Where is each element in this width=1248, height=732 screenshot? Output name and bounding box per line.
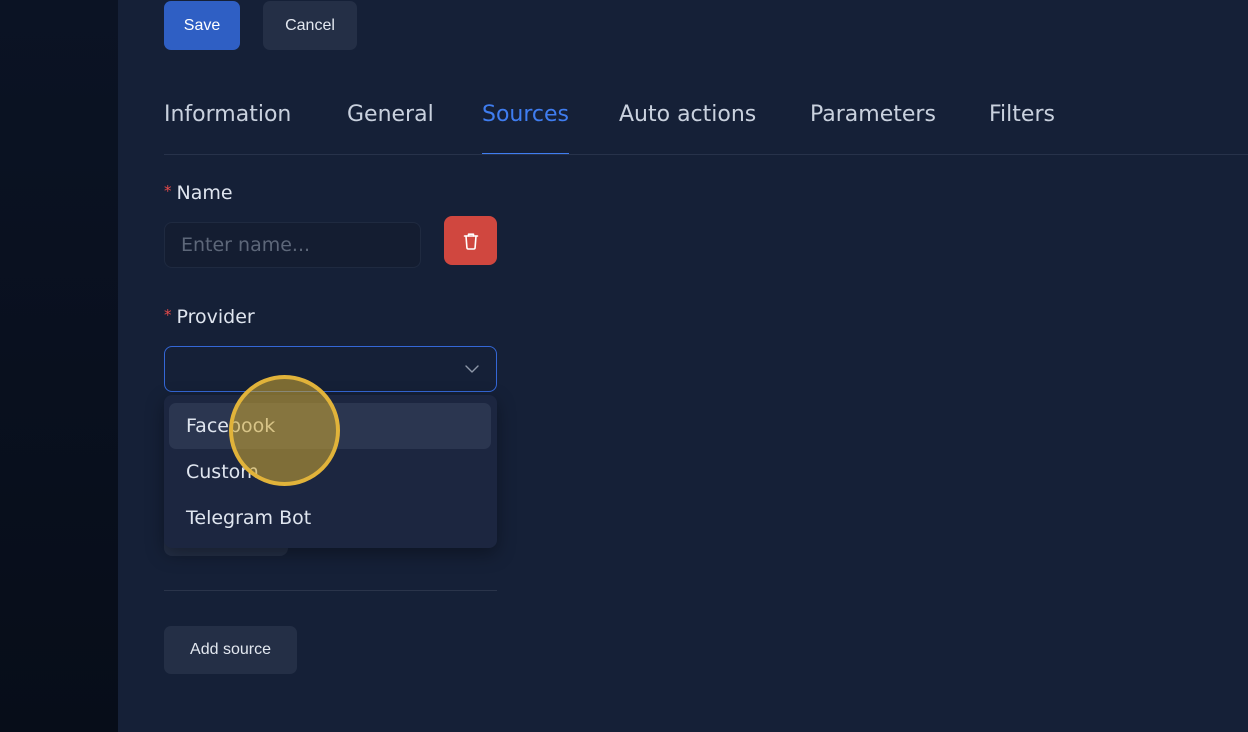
name-input[interactable] (164, 222, 421, 268)
section-divider (164, 590, 497, 591)
name-label: * Name (164, 182, 233, 204)
required-mark: * (164, 306, 172, 324)
tab-sources[interactable]: Sources (482, 95, 570, 155)
tab-auto-actions[interactable]: Auto actions (619, 95, 756, 155)
provider-dropdown-menu: Facebook Custom Telegram Bot (164, 395, 497, 548)
provider-option-facebook[interactable]: Facebook (169, 403, 491, 449)
trash-icon (463, 232, 478, 250)
save-button[interactable]: Save (164, 1, 240, 50)
tab-filters[interactable]: Filters (989, 95, 1055, 155)
provider-select[interactable] (164, 346, 497, 392)
delete-source-button[interactable] (444, 216, 497, 265)
provider-option-telegram-bot[interactable]: Telegram Bot (169, 495, 491, 541)
name-label-text: Name (176, 182, 233, 204)
add-source-button[interactable]: Add source (164, 626, 297, 674)
provider-label-text: Provider (176, 306, 255, 328)
tab-general[interactable]: General (347, 95, 434, 155)
left-rail (0, 0, 118, 732)
tab-parameters[interactable]: Parameters (810, 95, 936, 155)
chevron-down-icon (465, 365, 479, 373)
tabs-divider (164, 154, 1248, 155)
provider-option-custom[interactable]: Custom (169, 449, 491, 495)
required-mark: * (164, 182, 172, 200)
tab-information[interactable]: Information (164, 95, 291, 155)
provider-label: * Provider (164, 306, 255, 328)
cancel-button[interactable]: Cancel (263, 1, 357, 50)
